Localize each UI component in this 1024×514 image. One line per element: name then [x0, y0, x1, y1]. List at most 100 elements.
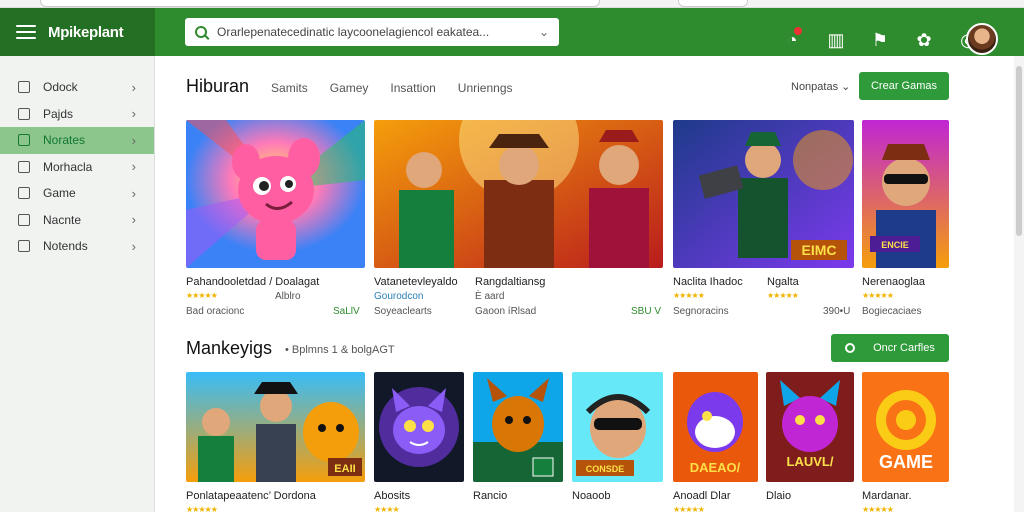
- game-thumbnail[interactable]: [473, 372, 563, 482]
- rating-stars: ★★★★★: [862, 505, 894, 514]
- thumbnail-label: DAEAO/: [690, 460, 741, 475]
- sidebar: Odock › Pajds › Norates › Morhacla › Game › N…: [0, 56, 155, 512]
- create-games-button[interactable]: Crear Gamas: [859, 72, 949, 100]
- section-title: Hiburan: [186, 76, 250, 96]
- sidebar-item-notends[interactable]: Notends ›: [0, 233, 154, 260]
- game-thumbnail[interactable]: GAME: [862, 372, 949, 482]
- tab-gamey[interactable]: Gamey: [330, 81, 369, 95]
- main-content: Hiburan Samits Gamey Insattion Unrienngs…: [155, 56, 1024, 514]
- search-icon: [195, 26, 207, 38]
- create-collections-button[interactable]: Oncr Carfles: [831, 334, 949, 362]
- browser-tab[interactable]: [40, 0, 600, 7]
- search-input[interactable]: Orarlepenatecedinatic laycoonelagiencol …: [185, 18, 559, 46]
- gamepad-icon: [18, 187, 30, 200]
- card-title[interactable]: Ngalta: [767, 276, 799, 288]
- card-title[interactable]: Rancio: [473, 490, 507, 502]
- box-icon: [18, 81, 30, 94]
- card-meta: È aard: [475, 291, 505, 302]
- page-icon: [18, 107, 30, 120]
- card-meta[interactable]: Gourodcon: [374, 291, 423, 302]
- sidebar-item-label: Notends: [43, 239, 88, 254]
- avatar[interactable]: [966, 23, 998, 55]
- game-thumbnail[interactable]: ENCIE: [862, 120, 949, 268]
- sidebar-item-morhacla[interactable]: Morhacla ›: [0, 154, 154, 181]
- sidebar-item-label: Nacnte: [43, 212, 82, 227]
- sidebar-item-norates[interactable]: Norates ›: [0, 127, 154, 154]
- card-title[interactable]: Rangdaltiansg: [475, 276, 545, 288]
- card-meta: Bad oracionc: [186, 306, 245, 317]
- brand: Mpikeplant: [0, 8, 155, 56]
- app-header: Mpikeplant Orarlepenatecedinatic laycoon…: [0, 8, 1024, 56]
- thumbnail-label: CONSDE: [586, 464, 625, 474]
- browser-tab[interactable]: [678, 0, 748, 7]
- chevron-right-icon: ›: [131, 238, 136, 254]
- card-title[interactable]: Noaoob: [572, 490, 611, 502]
- sidebar-item-label: Morhacla: [43, 159, 93, 174]
- rating-stars: ★★★★★: [673, 291, 705, 300]
- sidebar-item-label: Game: [43, 186, 76, 201]
- rating-stars: ★★★★: [374, 505, 400, 514]
- card-title[interactable]: Naclita Ihadoc: [673, 276, 743, 288]
- search-icon: [845, 343, 856, 353]
- game-thumbnail[interactable]: [374, 120, 663, 268]
- tab-insattion[interactable]: Insattion: [390, 81, 435, 95]
- section-title: Mankeyigs: [186, 338, 273, 358]
- game-thumbnail[interactable]: LAUVL/: [766, 372, 854, 482]
- tag-icon: [18, 134, 30, 147]
- sort-dropdown[interactable]: Nonpatas ⌄: [791, 80, 850, 93]
- sidebar-item-pajds[interactable]: Pajds ›: [0, 101, 154, 128]
- sidebar-item-game[interactable]: Game ›: [0, 180, 154, 207]
- thumbnail-label: EAII: [334, 463, 355, 475]
- chevron-right-icon: ›: [131, 212, 136, 228]
- sidebar-item-odock[interactable]: Odock ›: [0, 74, 154, 101]
- tab-samits[interactable]: Samits: [271, 81, 308, 95]
- card-meta: Alblro: [275, 291, 301, 302]
- thumbnail-label: GAME: [879, 452, 933, 472]
- card-title[interactable]: Nerenaoglaa: [862, 276, 925, 288]
- game-thumbnail[interactable]: [374, 372, 464, 482]
- chevron-right-icon: ›: [131, 185, 136, 201]
- rating-stars: ★★★★★: [673, 505, 705, 514]
- tab-unrienngs[interactable]: Unrienngs: [458, 81, 513, 95]
- card-meta: Bogiecaciaes: [862, 306, 922, 317]
- section-subtitle: • Bplmns 1 & bolgAGT: [285, 344, 395, 356]
- scrollbar-thumb[interactable]: [1016, 66, 1022, 236]
- card-title[interactable]: Ponlatapeaatenc’ Dordona: [186, 490, 316, 502]
- thumbnail-label: EIMC: [802, 242, 837, 258]
- game-thumbnail[interactable]: CONSDE: [572, 372, 663, 482]
- game-thumbnail[interactable]: EAII: [186, 372, 365, 482]
- sidebar-item-label: Odock: [43, 80, 78, 95]
- sidebar-item-label: Norates: [43, 133, 86, 148]
- game-thumbnail[interactable]: DAEAO/: [673, 372, 758, 482]
- card-title[interactable]: Mardanar.: [862, 490, 912, 502]
- card-title[interactable]: Abosits: [374, 490, 410, 502]
- card-title[interactable]: Pahandooletdad / Doalagat: [186, 276, 319, 288]
- notification-dot: [794, 27, 802, 35]
- card-meta: Segnoracins: [673, 306, 729, 317]
- chevron-right-icon: ›: [131, 106, 136, 122]
- card-title[interactable]: Dlaio: [766, 490, 791, 502]
- rating-stars: ★★★★★: [862, 291, 894, 300]
- thumbnail-label: LAUVL/: [787, 454, 834, 469]
- chevron-right-icon: ›: [131, 159, 136, 175]
- browser-strip: [0, 0, 1024, 8]
- card-title[interactable]: Anoadl Dlar: [673, 490, 730, 502]
- button-label: Oncr Carfles: [873, 342, 935, 354]
- card-meta: Soyeaclearts: [374, 306, 432, 317]
- rating-stars: ★★★★★: [767, 291, 799, 300]
- rating-stars: ★★★★★: [186, 291, 218, 300]
- rating-stars: ★★★★★: [186, 505, 218, 514]
- chevron-down-icon[interactable]: ⌄: [539, 25, 549, 39]
- thumbnail-label: ENCIE: [881, 240, 909, 250]
- sidebar-item-label: Pajds: [43, 106, 74, 121]
- card-price: 390•U: [823, 306, 851, 317]
- user-icon: [18, 160, 30, 173]
- menu-icon[interactable]: [16, 25, 36, 39]
- card-title[interactable]: Vatanetevleyaldo: [374, 276, 458, 288]
- game-thumbnail[interactable]: EIMC: [673, 120, 854, 268]
- list-icon: [18, 240, 30, 253]
- brand-name: Mpikeplant: [48, 23, 124, 41]
- game-thumbnail[interactable]: [186, 120, 365, 268]
- scrollbar[interactable]: [1014, 56, 1024, 512]
- sidebar-item-nacnte[interactable]: Nacnte ›: [0, 207, 154, 234]
